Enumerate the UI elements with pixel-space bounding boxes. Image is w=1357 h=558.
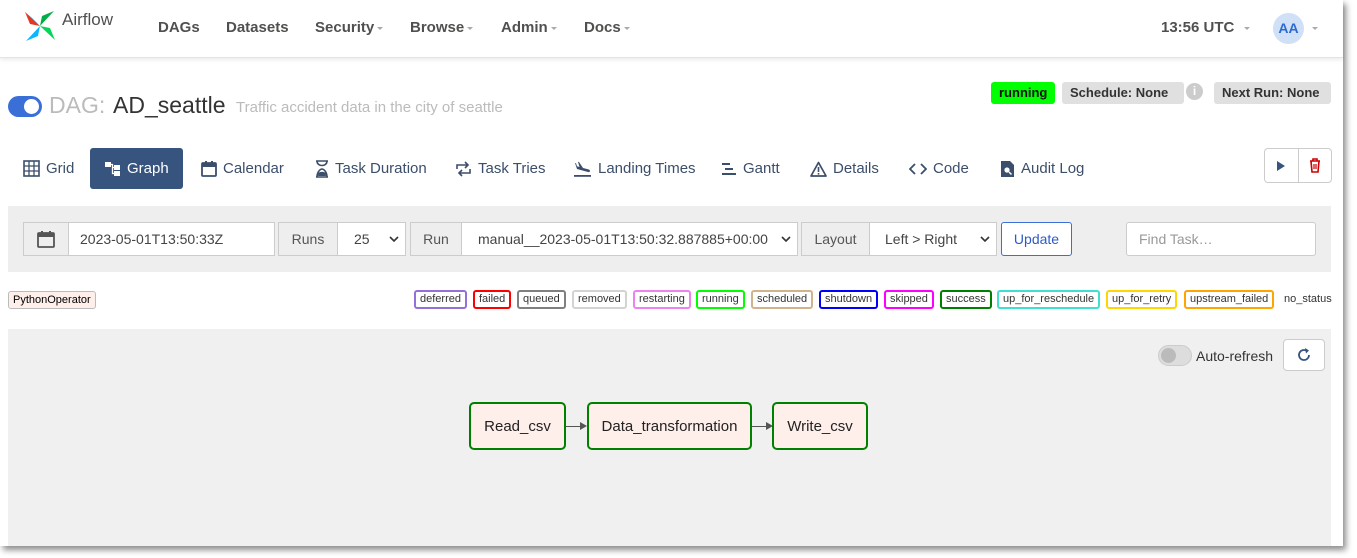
calendar-icon [201, 161, 217, 177]
state-legend-scheduled[interactable]: scheduled [751, 290, 814, 309]
calendar-picker-button[interactable] [23, 222, 69, 256]
brand-name: Airflow [62, 10, 114, 29]
runs-label: Runs [278, 222, 338, 256]
play-icon [1277, 160, 1286, 171]
autorefresh-toggle[interactable] [1158, 345, 1192, 366]
autorefresh-control[interactable]: Auto-refresh [1158, 345, 1273, 366]
chevron-down-icon [1244, 26, 1251, 30]
nav-security[interactable]: Security [315, 19, 384, 36]
layout-label: Layout [801, 222, 870, 256]
state-legend-up-for-reschedule[interactable]: up_for_reschedule [997, 290, 1101, 309]
dag-status-badge: running [991, 82, 1056, 104]
base-date-input[interactable]: 2023-05-01T13:50:33Z [68, 222, 275, 256]
tab-calendar[interactable]: Calendar [201, 148, 284, 189]
state-legend-no-status[interactable]: no_status [1278, 290, 1338, 309]
hourglass-icon [316, 159, 328, 178]
audit-icon [1001, 160, 1014, 177]
chevron-down-icon [467, 26, 474, 30]
chevron-down-icon [389, 236, 399, 243]
find-task-input[interactable]: Find Task… [1126, 222, 1316, 256]
trash-icon [1309, 158, 1320, 173]
nav-admin[interactable]: Admin [501, 19, 557, 36]
dag-prefix: DAG: [49, 92, 106, 118]
runs-select[interactable]: 25 [337, 222, 406, 256]
state-legend-deferred[interactable]: deferred [414, 290, 467, 309]
autorefresh-label: Auto-refresh [1196, 347, 1274, 364]
next-run-badge: Next Run: None [1214, 82, 1331, 104]
tab-gantt[interactable]: Gantt [721, 148, 780, 189]
retry-icon [456, 160, 471, 177]
dag-actions [1264, 148, 1332, 183]
layout-select[interactable]: Left > Right [869, 222, 997, 256]
code-icon [909, 162, 927, 175]
edge-transform-to-write [752, 426, 766, 427]
nav-datasets[interactable]: Datasets [226, 19, 289, 36]
chevron-down-icon [980, 236, 990, 243]
chevron-down-icon [781, 236, 791, 243]
tab-task-tries[interactable]: Task Tries [455, 148, 546, 189]
trigger-dag-button[interactable] [1265, 149, 1298, 182]
chevron-down-icon [1312, 27, 1318, 30]
refresh-button[interactable] [1283, 339, 1325, 371]
run-select[interactable]: manual__2023-05-01T13:50:32.887885+00:00 [461, 222, 798, 256]
utc-clock[interactable]: 13:56 UTC [1161, 19, 1251, 36]
state-legend-upstream-failed[interactable]: upstream_failed [1184, 290, 1275, 309]
run-label: Run [410, 222, 462, 256]
tab-task-duration[interactable]: Task Duration [315, 148, 427, 189]
chevron-down-icon [623, 26, 630, 30]
nav-docs[interactable]: Docs [584, 19, 630, 36]
dag-pause-toggle[interactable] [8, 96, 42, 117]
state-legend-shutdown[interactable]: shutdown [819, 290, 879, 309]
chevron-down-icon [550, 26, 557, 30]
tab-graph[interactable]: Graph [90, 148, 183, 189]
graph-canvas[interactable]: Auto-refresh Read_csv Data_transformatio… [8, 329, 1331, 546]
brand[interactable]: Airflow [22, 8, 113, 44]
tab-details[interactable]: Details [810, 148, 879, 189]
top-navbar: Airflow DAGs Datasets Security Browse Ad… [0, 0, 1343, 58]
state-legend-skipped[interactable]: skipped [884, 290, 934, 309]
warning-icon [810, 161, 827, 177]
tab-landing-times[interactable]: Landing Times [573, 148, 696, 189]
grid-icon [23, 160, 40, 177]
schedule-badge: Schedule: None [1062, 82, 1184, 104]
gantt-icon [722, 162, 736, 175]
filter-bar: 2023-05-01T13:50:33Z Runs 25 Run manual_… [8, 206, 1331, 272]
task-node-write-csv[interactable]: Write_csv [772, 402, 868, 450]
nav-browse[interactable]: Browse [410, 19, 474, 36]
refresh-icon [1298, 348, 1310, 361]
nav-dags[interactable]: DAGs [158, 19, 200, 36]
state-legend-success[interactable]: success [940, 290, 992, 309]
tab-grid[interactable]: Grid [23, 148, 74, 189]
edge-read-to-transform [566, 426, 580, 427]
state-legend-failed[interactable]: failed [473, 290, 512, 309]
arrow-icon [580, 422, 587, 430]
state-legend-queued[interactable]: queued [517, 290, 566, 309]
calendar-icon [37, 231, 55, 248]
dag-title: AD_seattle [113, 92, 226, 118]
airflow-logo-icon [25, 11, 55, 41]
state-legend-restarting[interactable]: restarting [633, 290, 691, 309]
task-node-read-csv[interactable]: Read_csv [469, 402, 566, 450]
user-avatar[interactable]: AA [1273, 13, 1304, 44]
delete-dag-button[interactable] [1297, 149, 1332, 182]
chevron-down-icon [377, 26, 384, 30]
state-legend-removed[interactable]: removed [572, 290, 627, 309]
task-node-data-transformation[interactable]: Data_transformation [587, 402, 752, 450]
update-button[interactable]: Update [1001, 222, 1072, 256]
state-legend-up-for-retry[interactable]: up_for_retry [1106, 290, 1178, 309]
operator-legend[interactable]: PythonOperator [8, 291, 96, 309]
graph-icon [105, 162, 120, 176]
dag-description: Traffic accident data in the city of sea… [236, 99, 503, 116]
landing-icon [574, 161, 591, 177]
tab-code[interactable]: Code [909, 148, 969, 189]
state-legend-running[interactable]: running [696, 290, 745, 309]
app-window: Airflow DAGs Datasets Security Browse Ad… [0, 0, 1343, 546]
info-icon[interactable]: i [1186, 83, 1203, 100]
tab-audit-log[interactable]: Audit Log [1000, 148, 1084, 189]
